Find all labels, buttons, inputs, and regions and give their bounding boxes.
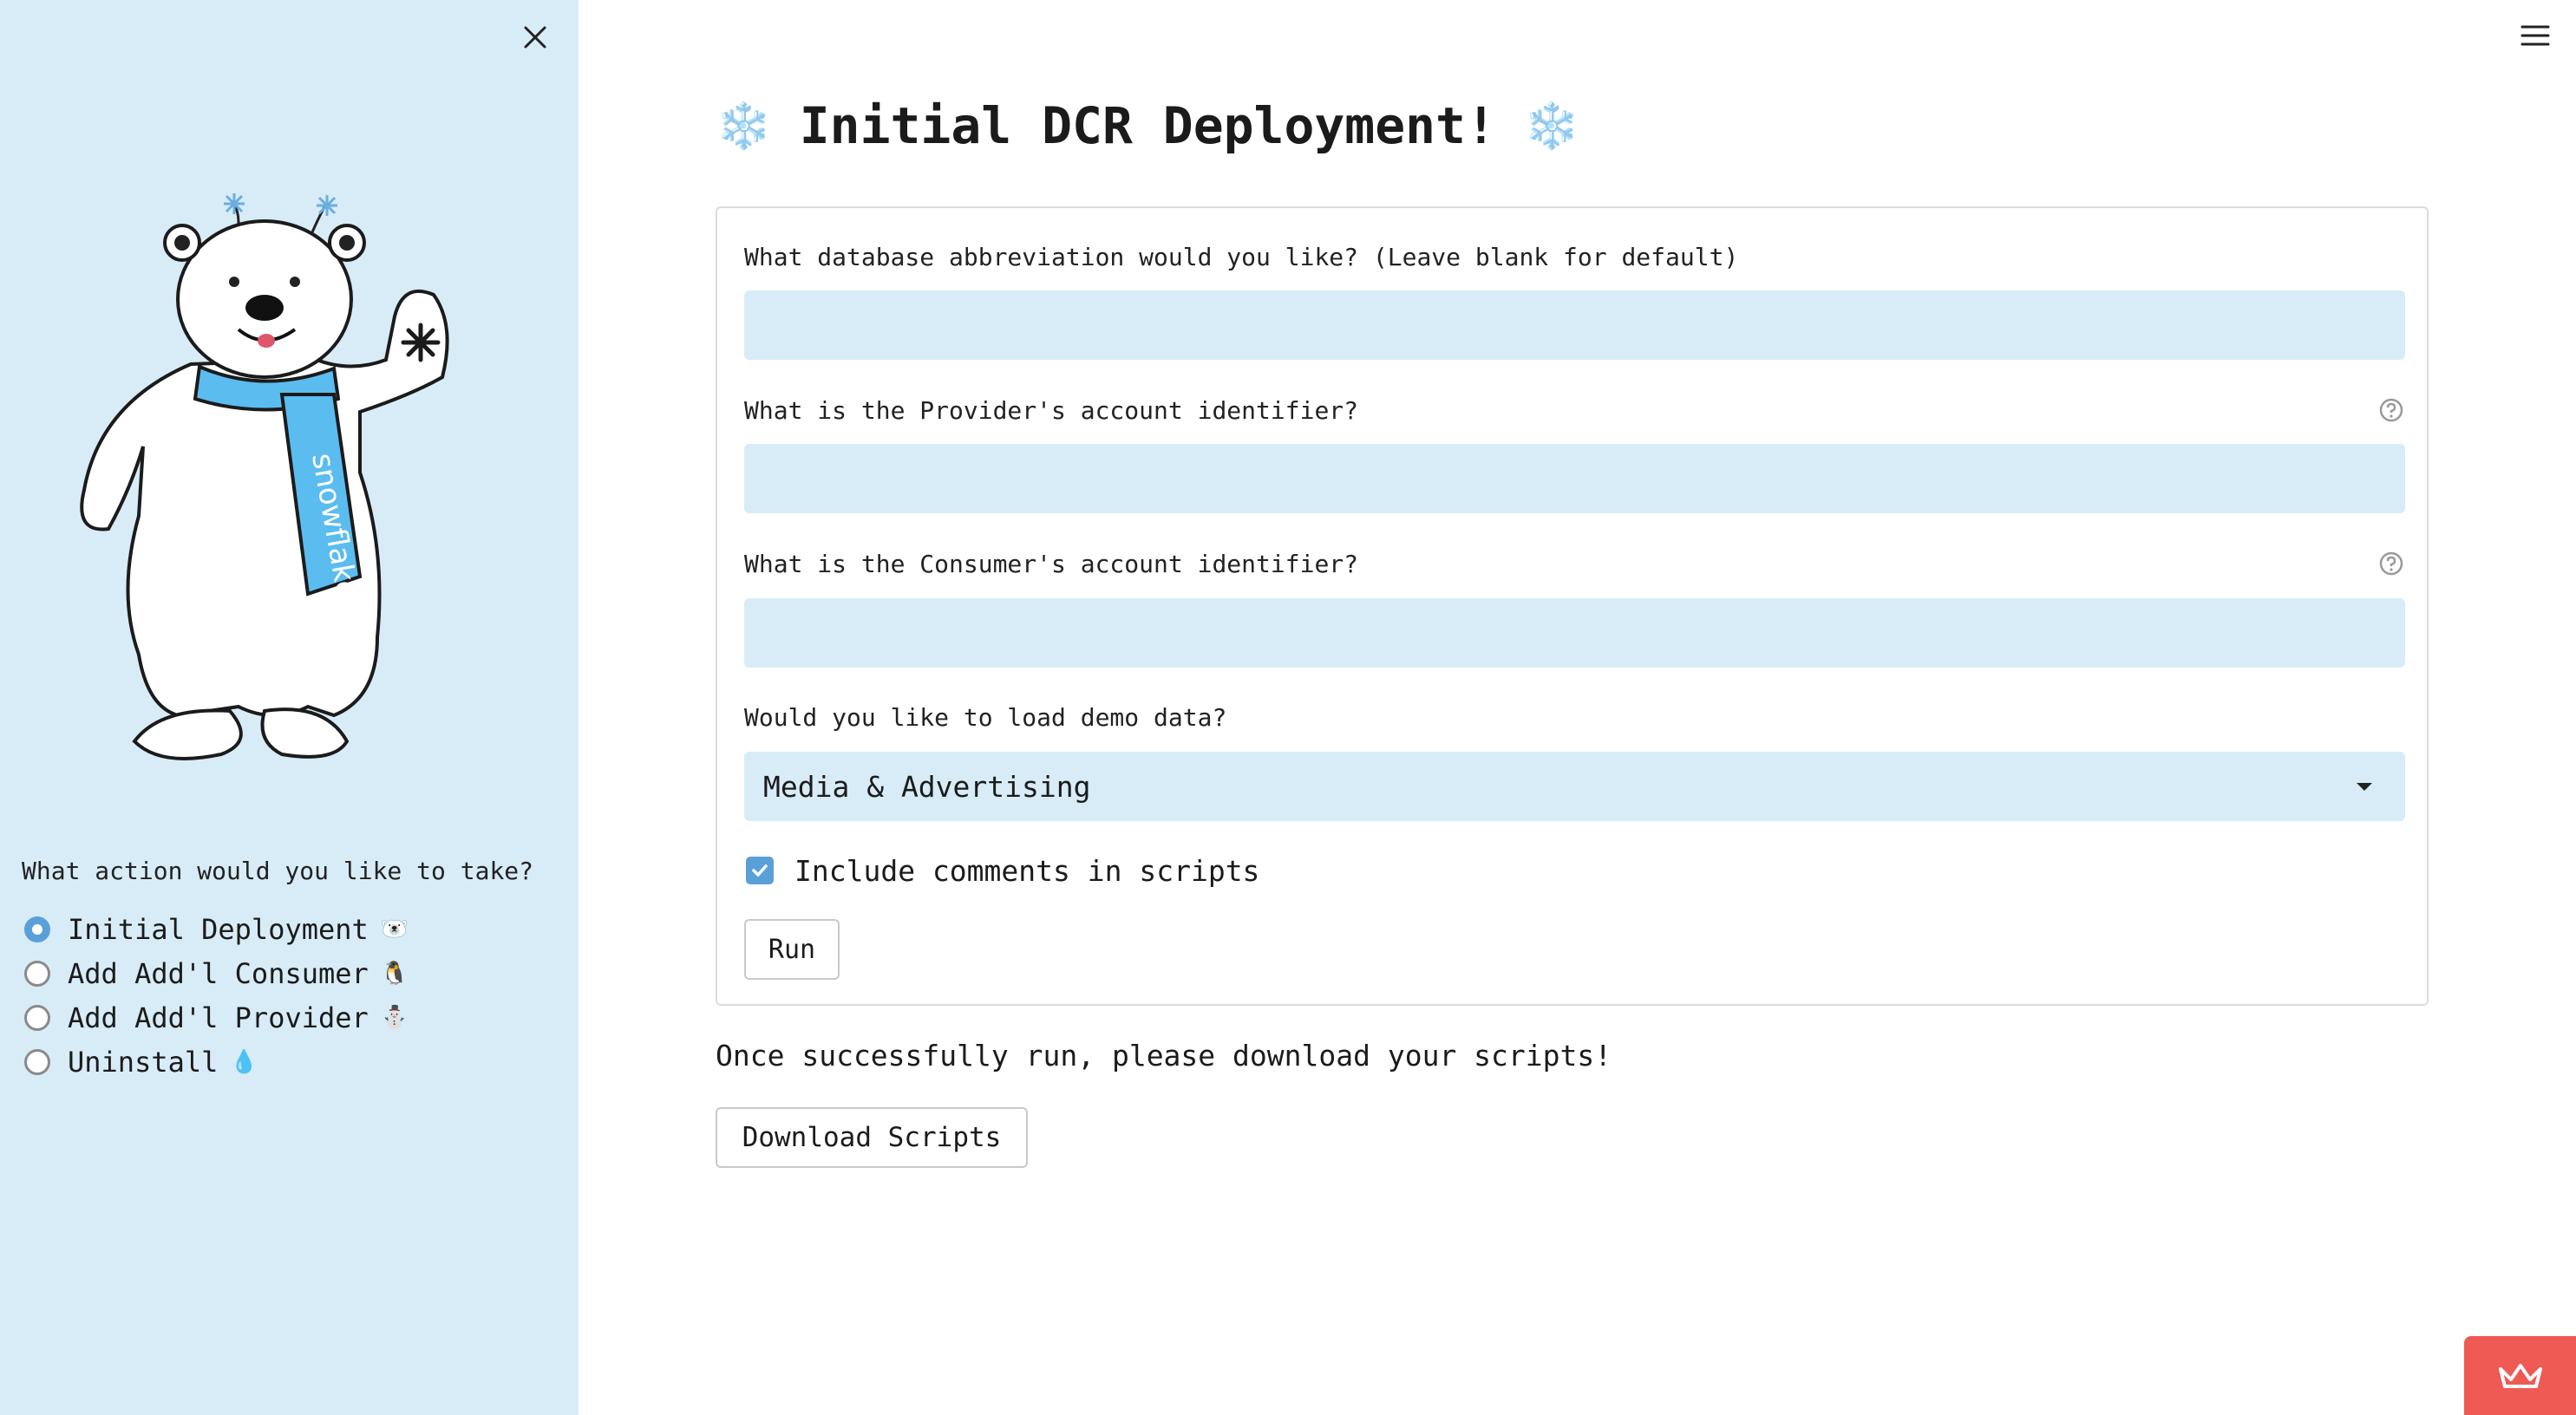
radio-button-selected[interactable] [24, 916, 50, 942]
provider-id-input[interactable] [744, 444, 2405, 513]
page-header: ❄️ Initial DCR Deployment! ❄️ [716, 91, 1580, 160]
radio-initial-deployment[interactable]: Initial Deployment 🐻‍❄️ [24, 910, 409, 949]
consumer-id-label: What is the Consumer's account identifie… [744, 550, 1359, 578]
deployment-form: What database abbreviation would you lik… [716, 206, 2429, 1006]
radio-label: Add Add'l Consumer [68, 957, 369, 990]
download-scripts-button[interactable]: Download Scripts [716, 1107, 1028, 1168]
snowflake-logo-icon [401, 323, 441, 362]
demo-data-label: Would you like to load demo data? [744, 703, 1227, 732]
radio-button[interactable] [24, 1049, 50, 1075]
help-icon[interactable] [2378, 397, 2404, 423]
radio-label: Initial Deployment [68, 913, 369, 946]
chevron-down-icon [2357, 782, 2372, 791]
radio-button[interactable] [24, 961, 50, 987]
radio-label: Add Add'l Provider [68, 1001, 369, 1034]
radio-label: Uninstall [68, 1046, 219, 1079]
provider-id-label: What is the Provider's account identifie… [744, 396, 1359, 425]
download-note: Once successfully run, please download y… [716, 1039, 1612, 1073]
include-comments-label: Include comments in scripts [794, 853, 1260, 888]
db-abbreviation-input[interactable] [744, 290, 2405, 360]
streamlit-badge[interactable] [2464, 1336, 2576, 1415]
polar-bear-emoji-icon: 🐻‍❄️ [380, 916, 409, 942]
include-comments-checkbox-row[interactable]: Include comments in scripts [746, 853, 1259, 888]
penguin-emoji-icon: 🐧 [380, 961, 409, 987]
snowman-emoji-icon: ⛄ [380, 1005, 409, 1031]
page-title: Initial DCR Deployment! [799, 96, 1496, 155]
db-abbreviation-label: What database abbreviation would you lik… [744, 243, 1739, 271]
demo-data-select[interactable]: Media & Advertising [744, 752, 2405, 821]
crown-icon [2498, 1363, 2542, 1388]
radio-add-provider[interactable]: Add Add'l Provider ⛄ [24, 999, 409, 1037]
demo-data-selected-value: Media & Advertising [763, 769, 1091, 804]
antenna-snowflake-icon [224, 193, 337, 216]
sidebar: snowflake What action would you like to … [0, 0, 579, 1415]
run-button[interactable]: Run [744, 919, 840, 980]
main-menu-button[interactable] [2520, 22, 2551, 49]
radio-add-consumer[interactable]: Add Add'l Consumer 🐧 [24, 955, 409, 993]
consumer-id-input[interactable] [744, 598, 2405, 668]
polar-bear-mascot: snowflake [80, 193, 449, 760]
droplet-emoji-icon: 💧 [230, 1049, 258, 1075]
radio-uninstall[interactable]: Uninstall 💧 [24, 1043, 258, 1081]
checkmark-icon [752, 864, 768, 877]
hamburger-menu-icon [2520, 25, 2550, 46]
radio-button[interactable] [24, 1005, 50, 1031]
include-comments-checkbox[interactable] [746, 857, 774, 884]
snowflake-icon: ❄️ [716, 100, 772, 153]
action-question: What action would you like to take? [22, 857, 534, 885]
close-sidebar-button[interactable] [517, 19, 553, 55]
close-icon [524, 26, 546, 49]
snowflake-icon: ❄️ [1523, 100, 1580, 153]
help-icon[interactable] [2378, 551, 2404, 577]
